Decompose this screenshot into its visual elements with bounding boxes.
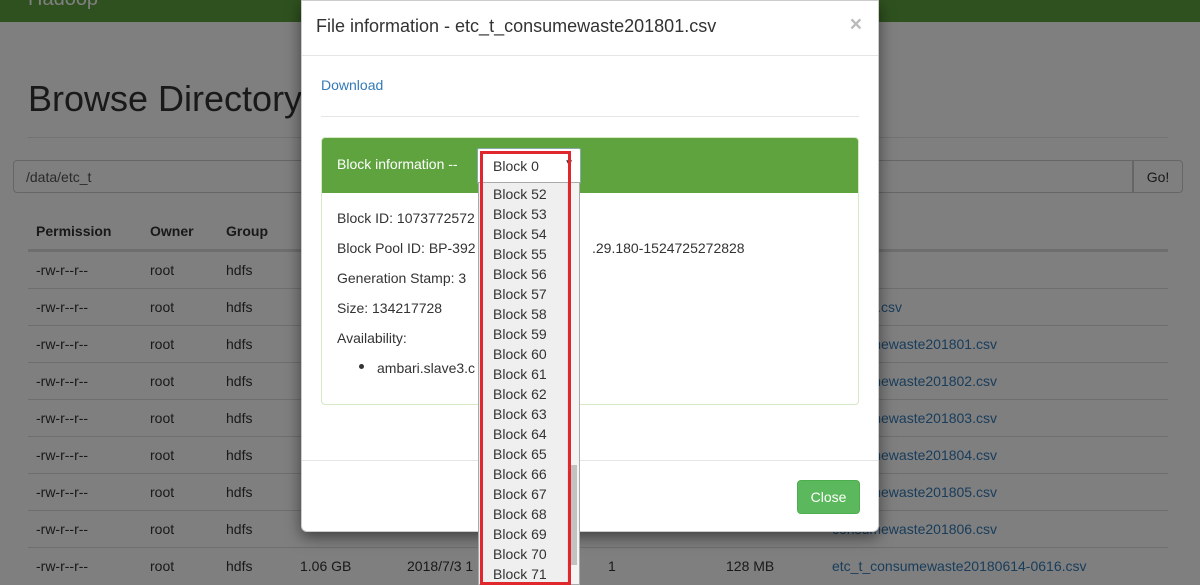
generation-stamp: Generation Stamp: 3 — [337, 270, 467, 286]
block-information-label: Block information -- — [337, 156, 458, 172]
block-pool-id: Block Pool ID: BP-392 — [337, 240, 476, 256]
bullet-icon — [359, 364, 364, 369]
close-button[interactable]: Close — [797, 480, 860, 514]
modal-footer-divider — [302, 460, 878, 461]
availability-label: Availability: — [337, 330, 407, 346]
block-information-panel: Block information -- Block 0 ▼ Block ID:… — [321, 137, 859, 405]
download-link[interactable]: Download — [321, 77, 383, 93]
modal-divider — [321, 116, 859, 117]
file-information-modal: File information - etc_t_consumewaste201… — [301, 0, 879, 532]
panel-heading: Block information -- Block 0 ▼ — [322, 138, 858, 193]
availability-host: ambari.slave3.c — [377, 360, 476, 376]
block-pool-id-tail: .29.180-1524725272828 — [592, 240, 745, 256]
close-icon[interactable]: × — [850, 13, 862, 37]
modal-title: File information - etc_t_consumewaste201… — [316, 16, 717, 36]
annotation-highlight-box — [480, 151, 571, 585]
block-id: Block ID: 1073772572 — [337, 210, 475, 226]
scrollbar-thumb[interactable] — [570, 465, 577, 565]
block-size: Size: 134217728 — [337, 300, 443, 316]
modal-header: File information - etc_t_consumewaste201… — [302, 1, 878, 56]
